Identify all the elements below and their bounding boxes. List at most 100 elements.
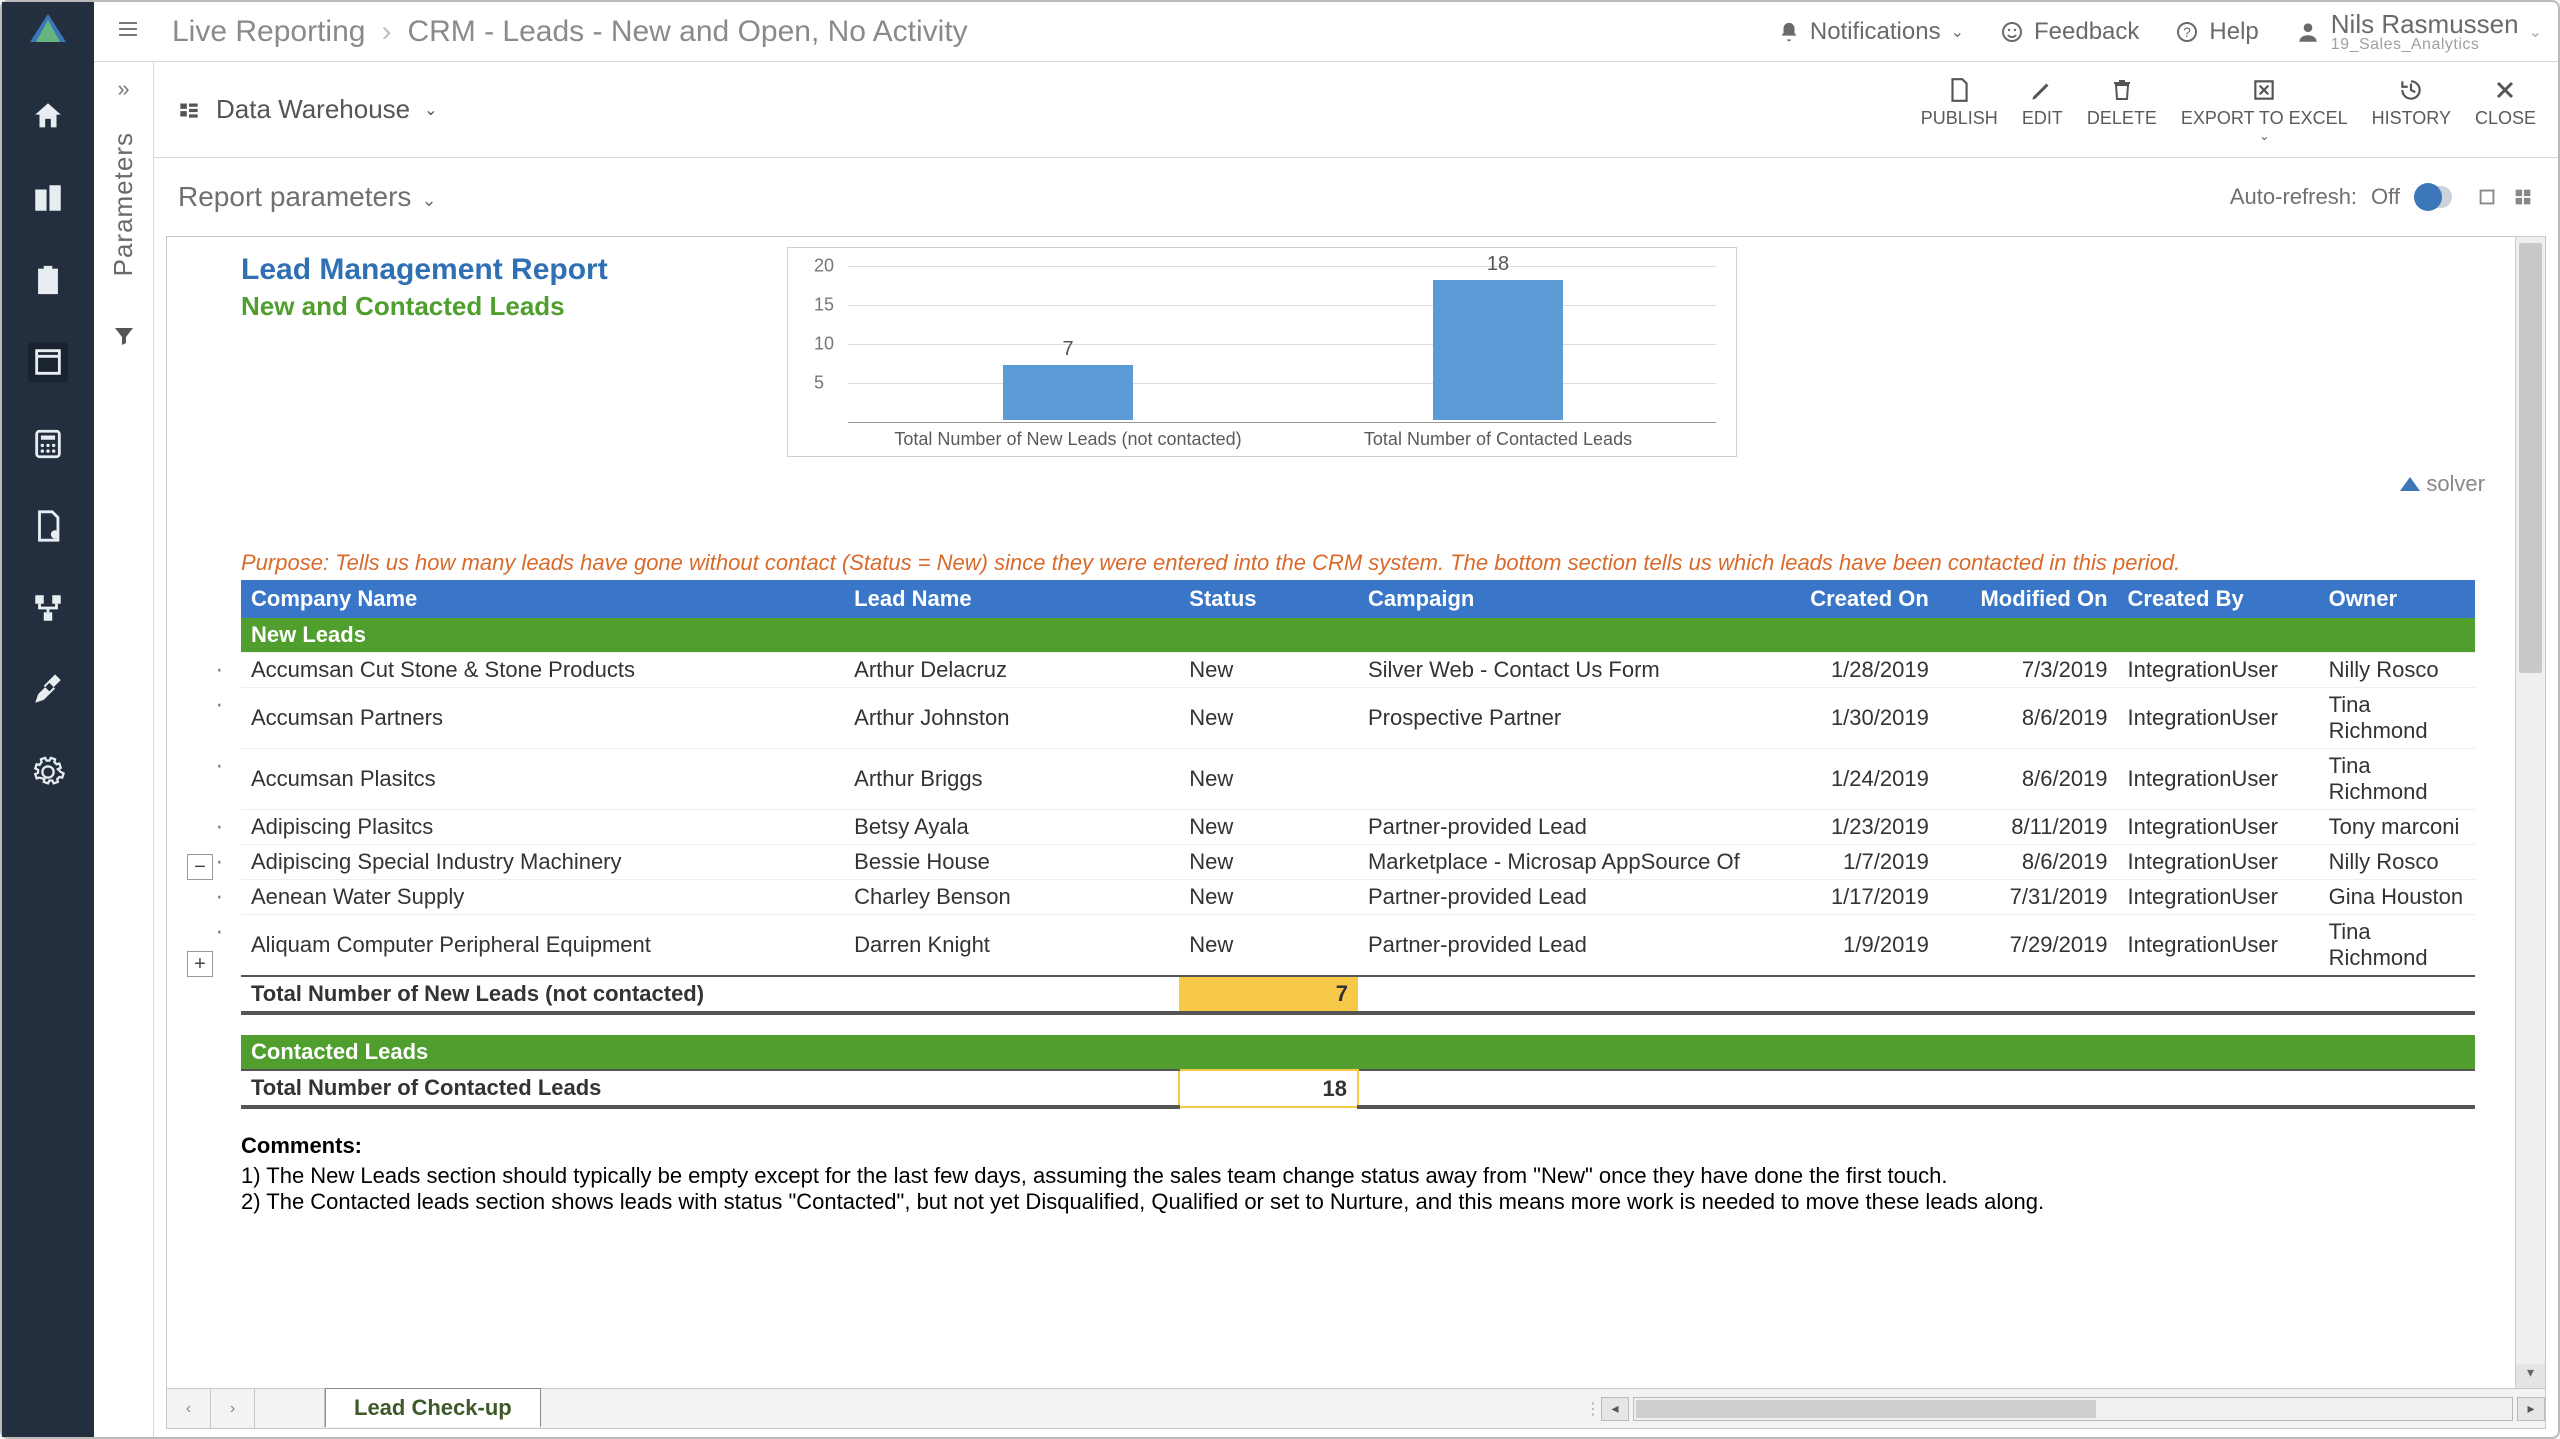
scroll-down-icon[interactable]: ▾ <box>2516 1364 2545 1388</box>
help-button[interactable]: ? Help <box>2175 18 2258 46</box>
col-status[interactable]: Status <box>1179 580 1358 618</box>
auto-refresh-label: Auto-refresh: <box>2230 184 2357 210</box>
trash-icon <box>2110 77 2134 103</box>
table-row[interactable]: Contacted Leads <box>241 1035 2475 1070</box>
hscroll-left-icon[interactable]: ◂ <box>1601 1397 1629 1421</box>
comment-line: 2) The Contacted leads section shows lea… <box>241 1189 2505 1215</box>
solver-logo: solver <box>2400 471 2485 497</box>
menu-icon[interactable] <box>116 17 140 46</box>
tab-next-button[interactable]: › <box>211 1389 255 1428</box>
chevron-down-icon: ⌄ <box>2529 22 2542 42</box>
total-contacted-row: Total Number of Contacted Leads18 <box>241 1070 2475 1107</box>
parameters-label: Parameters <box>108 132 139 276</box>
document-icon <box>1946 77 1972 103</box>
auto-refresh-toggle[interactable] <box>2414 186 2452 208</box>
table-row[interactable]: Accumsan PartnersArthur JohnstonNewProsp… <box>241 688 2475 749</box>
clipboard-icon[interactable] <box>28 260 68 300</box>
col-owner[interactable]: Owner <box>2319 580 2475 618</box>
report-params-toggle[interactable]: Report parameters⌄ <box>178 181 437 213</box>
bell-icon <box>1778 21 1800 43</box>
col-modified[interactable]: Modified On <box>1939 580 2118 618</box>
vertical-scrollbar[interactable]: ▾ <box>2515 237 2545 1388</box>
user-icon <box>2295 19 2321 45</box>
table-row[interactable]: Accumsan PlasitcsArthur BriggsNew1/24/20… <box>241 749 2475 810</box>
table-row[interactable]: Adipiscing PlasitcsBetsy AyalaNewPartner… <box>241 810 2475 845</box>
chevron-down-icon: ⌄ <box>424 100 437 120</box>
notifications-button[interactable]: Notifications ⌄ <box>1778 18 1964 46</box>
help-icon: ? <box>2175 20 2199 44</box>
leads-table: Company Name Lead Name Status Campaign C… <box>241 580 2475 1109</box>
chevron-down-icon: ⌄ <box>1951 22 1964 42</box>
comments-block: Comments: 1) The New Leads section shoul… <box>241 1133 2505 1215</box>
delete-button[interactable]: DELETE <box>2087 76 2157 143</box>
user-doc-icon[interactable] <box>28 506 68 546</box>
user-name: Nils Rasmussen <box>2331 11 2519 37</box>
table-header-row: Company Name Lead Name Status Campaign C… <box>241 580 2475 618</box>
breadcrumb-page: CRM - Leads - New and Open, No Activity <box>407 15 967 49</box>
smile-icon <box>2000 20 2024 44</box>
publish-button[interactable]: PUBLISH <box>1921 76 1998 143</box>
col-created[interactable]: Created On <box>1760 580 1939 618</box>
sheet-tab-active[interactable]: Lead Check-up <box>325 1388 541 1427</box>
settings-icon[interactable] <box>28 752 68 792</box>
toolbar: Data Warehouse ⌄ PUBLISH EDIT DELETE EXP… <box>154 62 2558 158</box>
col-campaign[interactable]: Campaign <box>1358 580 1760 618</box>
export-icon <box>2250 77 2278 103</box>
tab-prev-button[interactable]: ‹ <box>167 1389 211 1428</box>
user-role: 19_Sales_Analytics <box>2331 37 2519 53</box>
col-lead[interactable]: Lead Name <box>844 580 1179 618</box>
horizontal-scrollbar[interactable]: ⋮ ◂ ▸ <box>1585 1389 2545 1428</box>
feedback-button[interactable]: Feedback <box>2000 18 2139 46</box>
scrollbar-thumb[interactable] <box>2519 243 2542 673</box>
topbar: Live Reporting › CRM - Leads - New and O… <box>94 2 2558 62</box>
calculator-icon[interactable] <box>28 424 68 464</box>
expand-contacted-leads-button[interactable]: + <box>187 951 213 977</box>
report-purpose: Purpose: Tells us how many leads have go… <box>241 550 2505 576</box>
close-icon <box>2493 78 2517 102</box>
collapse-new-leads-button[interactable]: − <box>187 854 213 880</box>
history-icon <box>2398 77 2424 103</box>
nav-rail <box>2 2 94 1437</box>
edit-button[interactable]: EDIT <box>2022 76 2063 143</box>
total-new-row: Total Number of New Leads (not contacted… <box>241 976 2475 1013</box>
chevron-right-icon: › <box>381 15 391 49</box>
data-source-picker[interactable]: Data Warehouse ⌄ <box>176 94 438 125</box>
table-row[interactable]: New Leads <box>241 618 2475 653</box>
comment-line: 1) The New Leads section should typicall… <box>241 1163 2505 1189</box>
filter-icon[interactable] <box>112 324 136 353</box>
close-button[interactable]: CLOSE <box>2475 76 2536 143</box>
home-icon[interactable] <box>28 96 68 136</box>
chevron-down-icon: ⌄ <box>2259 129 2269 143</box>
pencil-icon <box>2029 77 2055 103</box>
hscroll-right-icon[interactable]: ▸ <box>2517 1397 2545 1421</box>
user-menu[interactable]: Nils Rasmussen 19_Sales_Analytics ⌄ <box>2295 11 2542 53</box>
expand-panel-icon[interactable]: » <box>117 76 129 102</box>
breadcrumb-root[interactable]: Live Reporting <box>172 15 365 49</box>
col-createdby[interactable]: Created By <box>2118 580 2319 618</box>
table-row[interactable]: Aliquam Computer Peripheral EquipmentDar… <box>241 915 2475 977</box>
report-viewport: Lead Management Report New and Contacted… <box>166 236 2546 1429</box>
document-selected-icon[interactable] <box>28 342 68 382</box>
app-logo[interactable] <box>28 8 68 48</box>
col-company[interactable]: Company Name <box>241 580 844 618</box>
grip-icon: ⋮ <box>1585 1399 1601 1419</box>
workflow-icon[interactable] <box>28 588 68 628</box>
sheet-tabstrip: ‹ › Lead Check-up ⋮ ◂ ▸ <box>167 1388 2545 1428</box>
comments-header: Comments: <box>241 1133 2505 1159</box>
building-icon[interactable] <box>28 178 68 218</box>
chevron-down-icon: ⌄ <box>421 190 436 210</box>
report-params-bar: Report parameters⌄ Auto-refresh: Off <box>154 158 2558 236</box>
history-button[interactable]: HISTORY <box>2372 76 2451 143</box>
table-row[interactable]: Aenean Water SupplyCharley BensonNewPart… <box>241 880 2475 915</box>
parameters-panel-collapsed: » Parameters <box>94 62 154 1437</box>
table-row[interactable]: Accumsan Cut Stone & Stone ProductsArthu… <box>241 653 2475 688</box>
hscroll-thumb[interactable] <box>1636 1400 2096 1418</box>
grid-icon[interactable] <box>2512 186 2534 208</box>
auto-refresh-state: Off <box>2371 184 2400 210</box>
tools-icon[interactable] <box>28 670 68 710</box>
report-sheet: Lead Management Report New and Contacted… <box>167 237 2545 1388</box>
table-row[interactable]: Adipiscing Special Industry MachineryBes… <box>241 845 2475 880</box>
export-excel-button[interactable]: EXPORT TO EXCEL⌄ <box>2181 76 2348 143</box>
database-icon <box>176 97 202 123</box>
popout-icon[interactable] <box>2476 186 2498 208</box>
